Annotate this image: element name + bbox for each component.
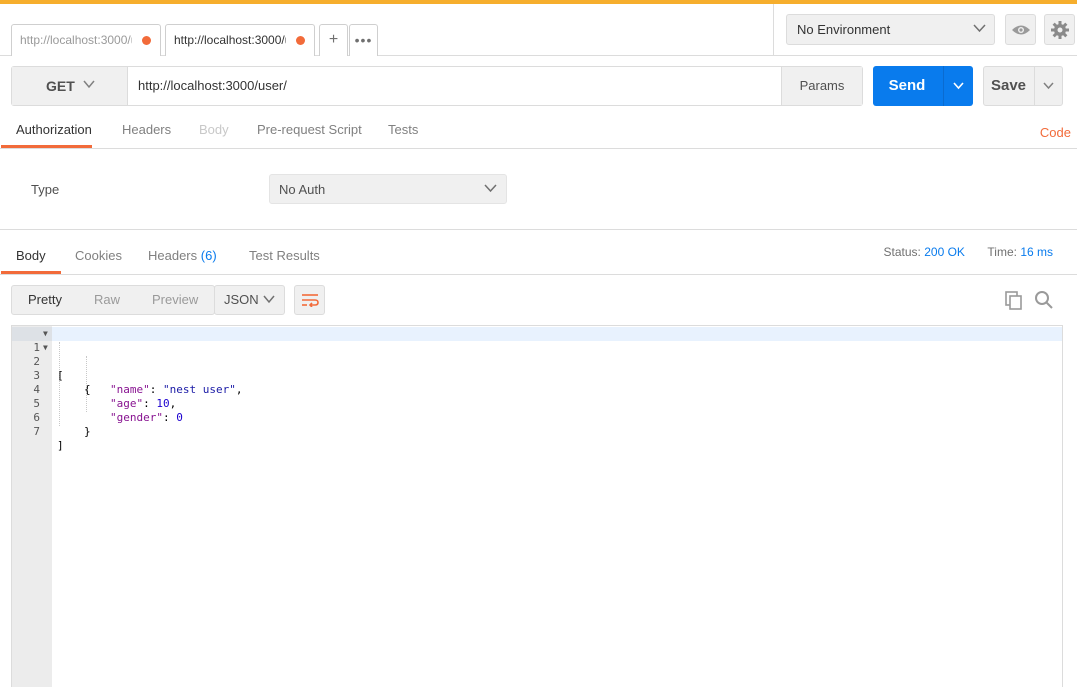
- code-line: 3 "name": "nest user",: [12, 355, 1062, 396]
- params-button[interactable]: Params: [781, 67, 862, 105]
- request-tab-2-label: http://localhost:3000/user/: [174, 33, 286, 47]
- tab-response-headers[interactable]: Headers (6): [148, 240, 217, 274]
- gear-icon: [1050, 20, 1069, 39]
- wrap-lines-button[interactable]: [294, 285, 325, 315]
- method-select-value: GET: [46, 78, 75, 94]
- request-tab-1[interactable]: http://localhost:3000/user/: [11, 24, 161, 56]
- time-value: 16 ms: [1020, 245, 1053, 259]
- request-tab-1-label: http://localhost:3000/user/: [20, 33, 132, 47]
- tab-headers[interactable]: Headers: [122, 116, 171, 148]
- search-icon[interactable]: [1034, 290, 1054, 310]
- view-preview-button[interactable]: Preview: [136, 286, 214, 314]
- code-line: 5 "gender": 0: [12, 383, 1062, 424]
- chevron-down-icon: [1043, 82, 1054, 90]
- auth-type-label: Type: [31, 182, 60, 197]
- environment-select-value: No Environment: [797, 22, 891, 37]
- format-select-value: JSON: [224, 292, 259, 307]
- code-line: 6 }: [12, 397, 1062, 438]
- line-number: 7: [33, 425, 40, 438]
- wrap-lines-icon: [301, 294, 319, 307]
- response-headers-count: (6): [200, 248, 217, 263]
- code-line: 1 ▼ [: [12, 327, 1062, 382]
- view-pretty-button[interactable]: Pretty: [12, 286, 78, 314]
- chevron-down-icon: [83, 80, 95, 89]
- response-tabs: Body Cookies Headers (6) Test Results St…: [0, 240, 1077, 275]
- unsaved-dot-icon: [142, 36, 151, 45]
- tab-test-results[interactable]: Test Results: [249, 240, 320, 274]
- code-line: 7 ]: [12, 411, 1062, 452]
- chevron-down-icon: [263, 295, 275, 304]
- request-config-tabs: Authorization Headers Body Pre-request S…: [0, 116, 1077, 149]
- send-button-label: Send: [888, 77, 926, 94]
- send-button[interactable]: Send: [873, 66, 973, 106]
- view-mode-toolbar: Pretty Raw Preview: [11, 285, 216, 315]
- method-select[interactable]: GET: [12, 67, 128, 105]
- environment-quick-look-button[interactable]: [1005, 14, 1036, 45]
- code-line: 2 ▼ {: [12, 341, 1062, 396]
- tab-tests[interactable]: Tests: [388, 116, 418, 148]
- fold-arrow-icon[interactable]: ▼: [43, 327, 48, 341]
- url-bar: GET http://localhost:3000/user/ Params: [11, 66, 863, 106]
- environment-bar: No Environment: [773, 4, 1077, 56]
- save-button[interactable]: Save: [983, 66, 1063, 106]
- status-value: 200 OK: [924, 245, 965, 259]
- response-meta: Status: 200 OK Time: 16 ms: [884, 245, 1053, 259]
- new-tab-button[interactable]: +: [319, 24, 348, 56]
- status-label: Status:: [883, 245, 921, 259]
- view-raw-button[interactable]: Raw: [78, 286, 136, 314]
- auth-panel: Type No Auth: [0, 150, 1077, 230]
- ellipsis-icon: •••: [354, 32, 373, 48]
- tab-prerequest-script[interactable]: Pre-request Script: [257, 116, 362, 148]
- auth-type-select[interactable]: No Auth: [269, 174, 507, 204]
- request-tab-bar: http://localhost:3000/user/ http://local…: [0, 4, 773, 56]
- eye-icon: [1011, 25, 1030, 34]
- tab-response-body[interactable]: Body: [1, 240, 61, 274]
- tab-authorization[interactable]: Authorization: [1, 116, 92, 148]
- fold-arrow-icon[interactable]: ▼: [43, 341, 48, 355]
- environment-settings-button[interactable]: [1044, 14, 1075, 45]
- tab-body[interactable]: Body: [199, 116, 229, 148]
- more-tabs-button[interactable]: •••: [349, 24, 378, 56]
- unsaved-dot-icon: [296, 36, 305, 45]
- chevron-down-icon: [953, 82, 964, 90]
- chevron-down-icon: [484, 184, 497, 193]
- auth-type-value: No Auth: [279, 182, 326, 197]
- copy-icon[interactable]: [1004, 290, 1024, 310]
- url-input[interactable]: http://localhost:3000/user/: [138, 67, 287, 105]
- response-body-editor[interactable]: 1 ▼ [ 2 ▼ { 3 "name": "nest user", 4 "ag…: [11, 325, 1063, 687]
- save-button-label: Save: [990, 77, 1027, 94]
- code-line: 4 "age": 10,: [12, 369, 1062, 410]
- request-tab-2[interactable]: http://localhost:3000/user/: [165, 24, 315, 56]
- save-options-button[interactable]: [1034, 67, 1062, 105]
- environment-select[interactable]: No Environment: [786, 14, 995, 45]
- code-link[interactable]: Code: [1040, 125, 1071, 140]
- send-options-button[interactable]: [943, 66, 973, 106]
- plus-icon: +: [328, 31, 339, 48]
- format-select[interactable]: JSON: [214, 285, 285, 315]
- tab-cookies[interactable]: Cookies: [75, 240, 122, 274]
- time-label: Time:: [987, 245, 1017, 259]
- chevron-down-icon: [973, 24, 986, 33]
- code-text: }: [84, 425, 91, 438]
- code-text: ]: [57, 439, 64, 452]
- response-headers-label: Headers: [148, 248, 198, 263]
